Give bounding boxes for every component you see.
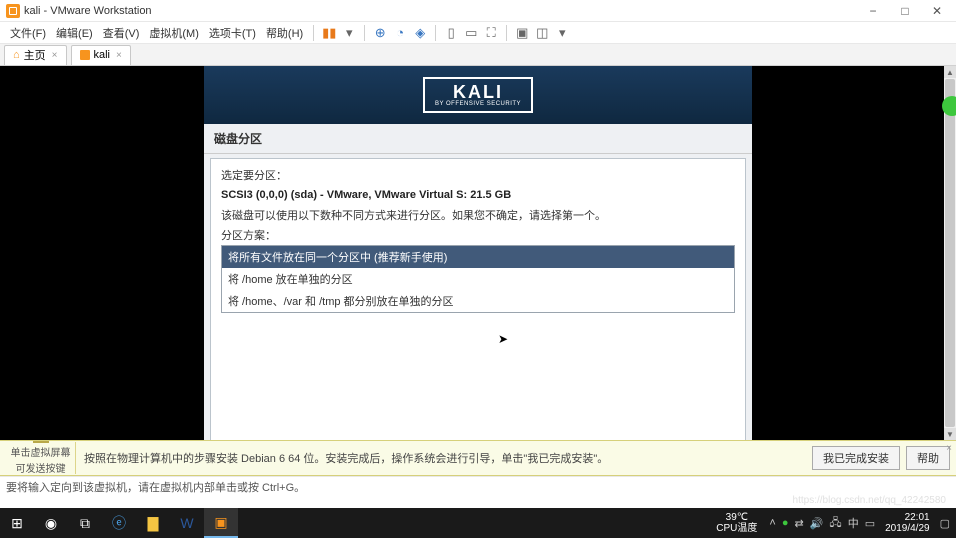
tray-net-icon[interactable]: 🖧 <box>829 514 841 533</box>
desc-text: 该磁盘可以使用以下数种不同方式来进行分区。如果您不确定，请选择第一个。 <box>221 207 735 223</box>
kali-logo-text: KALI <box>435 83 521 101</box>
scheme-label: 分区方案： <box>221 227 735 243</box>
installer-header: KALI BY OFFENSIVE SECURITY <box>204 66 752 124</box>
unity-icon[interactable]: ◫ <box>533 24 551 42</box>
window-titlebar: kali - VMware Workstation − □ ✕ <box>0 0 956 22</box>
task-view-icon[interactable]: ⧉ <box>68 508 102 538</box>
partition-option-home-var-tmp[interactable]: 将 /home、/var 和 /tmp 都分别放在单独的分区 <box>222 290 734 312</box>
scroll-up-icon[interactable]: ▲ <box>944 66 956 78</box>
menu-file[interactable]: 文件(F) <box>6 23 50 43</box>
tray-speaker-icon[interactable]: 🔊 <box>810 517 824 530</box>
section-title: 磁盘分区 <box>204 124 752 154</box>
layout-split-icon[interactable]: ▭ <box>462 24 480 42</box>
assist-bubble-icon[interactable] <box>942 96 956 116</box>
layout-single-icon[interactable]: ▯ <box>442 24 460 42</box>
tab-bar: ⌂ 主页 × kali × <box>0 44 956 66</box>
cortana-icon[interactable]: ◉ <box>34 508 68 538</box>
hint-line2: 可发送按键 <box>16 460 66 475</box>
close-button[interactable]: ✕ <box>924 2 950 20</box>
menu-help[interactable]: 帮助(H) <box>262 23 307 43</box>
console-icon[interactable]: ▣ <box>513 24 531 42</box>
minimize-button[interactable]: − <box>860 2 886 20</box>
send-ctrl-alt-del-icon[interactable]: ⊕ <box>371 24 389 42</box>
menubar: 文件(F) 编辑(E) 查看(V) 虚拟机(M) 选项卡(T) 帮助(H) ▮▮… <box>0 22 956 44</box>
ie-icon[interactable]: ⓔ <box>102 508 136 538</box>
explorer-icon[interactable]: ▇ <box>136 508 170 538</box>
pause-icon[interactable]: ▮▮ <box>320 24 338 42</box>
menu-view[interactable]: 查看(V) <box>99 23 144 43</box>
section-body: 选定要分区： SCSI3 (0,0,0) (sda) - VMware, VMw… <box>210 158 746 448</box>
os-taskbar: ⊞ ◉ ⧉ ⓔ ▇ W ▣ 39℃ CPU温度 ˄ ● ⇄ 🔊 🖧 中 ▭ 22… <box>0 508 956 538</box>
status-line: 要将输入定向到该虚拟机，请在虚拟机内部单击或按 Ctrl+G。 <box>0 476 956 494</box>
help-button[interactable]: 帮助 <box>906 446 950 470</box>
snapshot-icon[interactable]: ◔ <box>391 24 409 42</box>
vmware-taskbar-icon[interactable]: ▣ <box>204 508 238 538</box>
start-button[interactable]: ⊞ <box>0 508 34 538</box>
close-icon[interactable]: × <box>52 50 58 61</box>
hint-line1: 单击虚拟屏幕 <box>11 444 71 459</box>
clock-time: 22:01 <box>885 512 930 523</box>
done-install-button[interactable]: 我已完成安装 <box>812 446 900 470</box>
temp-value: 39℃ <box>716 512 757 523</box>
tab-home-label: 主页 <box>24 47 46 63</box>
vm-display[interactable]: KALI BY OFFENSIVE SECURITY 磁盘分区 选定要分区： S… <box>0 66 956 440</box>
partition-option-list: 将所有文件放在同一个分区中 (推荐新手使用) 将 /home 放在单独的分区 将… <box>221 245 735 313</box>
notification-icon[interactable]: ▢ <box>940 517 950 530</box>
disk-label: SCSI3 (0,0,0) (sda) - VMware, VMware Vir… <box>221 189 735 201</box>
tray-temp[interactable]: 39℃ CPU温度 <box>716 512 763 534</box>
watermark: https://blog.csdn.net/qq_42242580 <box>793 495 946 506</box>
system-tray: 39℃ CPU温度 ˄ ● ⇄ 🔊 🖧 中 ▭ 22:01 2019/4/29 … <box>710 512 956 534</box>
clock-date: 2019/4/29 <box>885 523 930 534</box>
menu-tabs[interactable]: 选项卡(T) <box>205 23 260 43</box>
fullscreen-icon[interactable]: ⛶ <box>482 24 500 42</box>
dropdown-icon[interactable]: ▾ <box>340 24 358 42</box>
help-message: 按照在物理计算机中的步骤安装 Debian 6 64 位。安装完成后，操作系统会… <box>84 450 804 466</box>
close-icon[interactable]: × <box>946 443 952 454</box>
tray-battery-icon[interactable]: ▭ <box>865 517 875 530</box>
maximize-button[interactable]: □ <box>892 2 918 20</box>
manage-icon[interactable]: ◈ <box>411 24 429 42</box>
kali-logo-sub: BY OFFENSIVE SECURITY <box>435 101 521 107</box>
tray-ime-icon[interactable]: 中 <box>848 515 859 531</box>
tray-up-icon[interactable]: ˄ <box>769 517 775 529</box>
monitor-icon <box>33 441 49 443</box>
install-help-bar: 单击虚拟屏幕 可发送按键 按照在物理计算机中的步骤安装 Debian 6 64 … <box>0 440 956 476</box>
app-icon <box>6 4 20 18</box>
scroll-down-icon[interactable]: ▼ <box>944 428 956 440</box>
kali-logo: KALI BY OFFENSIVE SECURITY <box>423 77 533 113</box>
tab-kali[interactable]: kali × <box>71 45 131 65</box>
installer-window: KALI BY OFFENSIVE SECURITY 磁盘分区 选定要分区： S… <box>204 66 752 452</box>
vm-icon <box>80 50 90 60</box>
close-icon[interactable]: × <box>116 50 122 61</box>
tab-kali-label: kali <box>94 49 111 61</box>
tray-clock[interactable]: 22:01 2019/4/29 <box>881 512 934 534</box>
tray-usb-icon[interactable]: ⇄ <box>795 517 804 530</box>
scroll-thumb[interactable] <box>945 79 955 427</box>
temp-label: CPU温度 <box>716 523 757 534</box>
dropdown2-icon[interactable]: ▾ <box>553 24 571 42</box>
word-icon[interactable]: W <box>170 508 204 538</box>
tray-sync-icon[interactable]: ● <box>782 517 789 529</box>
vertical-scrollbar[interactable]: ▲ ▼ <box>944 66 956 440</box>
partition-option-all-in-one[interactable]: 将所有文件放在同一个分区中 (推荐新手使用) <box>222 246 734 268</box>
tab-home[interactable]: ⌂ 主页 × <box>4 45 67 65</box>
home-icon: ⌂ <box>13 49 20 61</box>
partition-option-home-separate[interactable]: 将 /home 放在单独的分区 <box>222 268 734 290</box>
window-title: kali - VMware Workstation <box>24 5 860 17</box>
menu-vm[interactable]: 虚拟机(M) <box>145 23 203 43</box>
vm-hint[interactable]: 单击虚拟屏幕 可发送按键 <box>6 442 76 474</box>
prompt-text: 选定要分区： <box>221 167 735 183</box>
menu-edit[interactable]: 编辑(E) <box>52 23 97 43</box>
